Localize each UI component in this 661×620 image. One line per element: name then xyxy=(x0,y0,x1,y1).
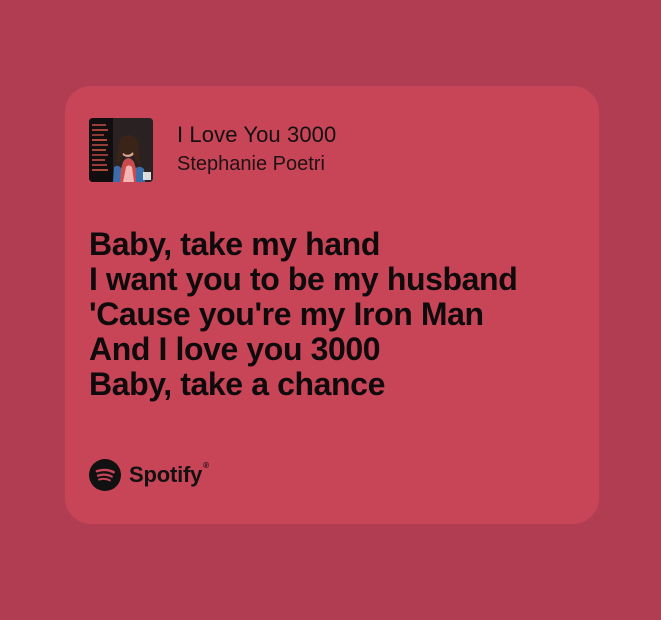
spotify-icon xyxy=(89,459,121,491)
album-cover-image xyxy=(89,118,153,182)
spotify-wordmark-text: Spotify xyxy=(129,462,203,487)
spotify-brand: Spotify® xyxy=(89,457,209,493)
track-meta: I Love You 3000 Stephanie Poetri xyxy=(177,118,336,178)
lyric-line: Baby, take a chance xyxy=(89,366,385,402)
lyric-line: I want you to be my husband xyxy=(89,261,518,297)
artist-name: Stephanie Poetri xyxy=(177,153,325,175)
lyric-line: Baby, take my hand xyxy=(89,226,380,262)
track-header: I Love You 3000 Stephanie Poetri xyxy=(89,118,336,182)
registered-mark: ® xyxy=(203,461,209,470)
lyric-line: 'Cause you're my Iron Man xyxy=(89,296,484,332)
lyric-line: And I love you 3000 xyxy=(89,331,381,367)
spotify-wordmark: Spotify® xyxy=(129,462,209,488)
lyrics-block: Baby, take my hand I want you to be my h… xyxy=(89,227,579,402)
song-title: I Love You 3000 xyxy=(177,122,337,147)
lyrics-share-card: I Love You 3000 Stephanie Poetri Baby, t… xyxy=(65,86,599,524)
